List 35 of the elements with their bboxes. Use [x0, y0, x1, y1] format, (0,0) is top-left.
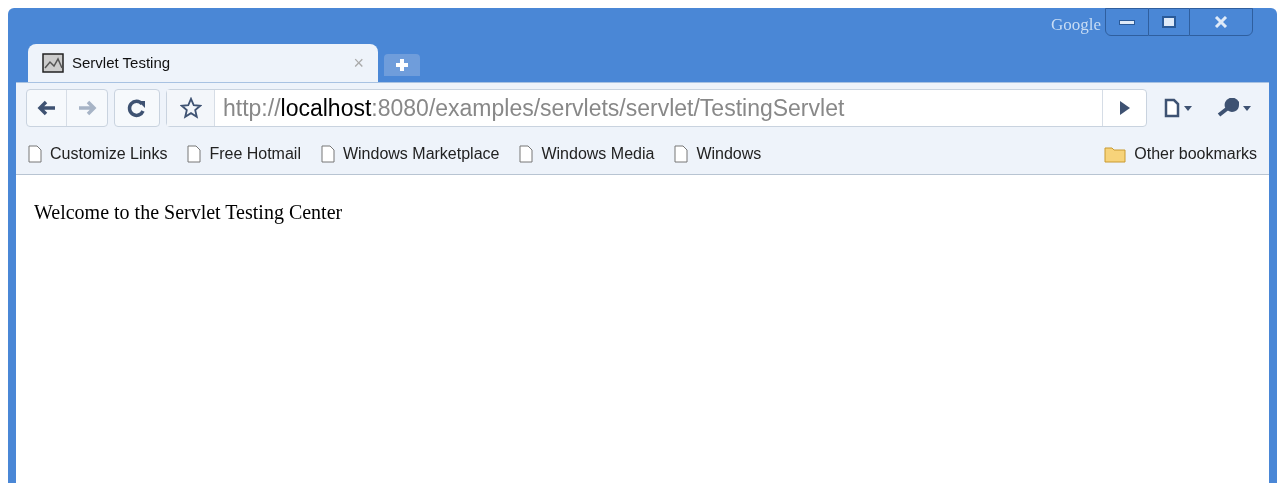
page-icon: [1164, 98, 1180, 118]
page-icon: [28, 144, 42, 163]
browser-tab[interactable]: Servlet Testing ×: [28, 44, 378, 82]
bookmark-link[interactable]: Customize Links: [28, 141, 168, 166]
bookmark-link[interactable]: Windows Marketplace: [320, 141, 500, 166]
favicon-icon: [42, 53, 64, 73]
reload-button[interactable]: [114, 89, 160, 127]
wrench-icon: [1217, 98, 1239, 118]
bookmark-link[interactable]: Free Hotmail: [187, 141, 301, 166]
welcome-text: Welcome to the Servlet Testing Center: [34, 200, 344, 226]
page-icon: [187, 144, 202, 163]
caret-icon: [1184, 105, 1192, 111]
other-bookmarks-link[interactable]: Other bookmarks: [1104, 141, 1257, 166]
bookmark-link[interactable]: Windows Media: [519, 141, 655, 166]
caret-icon: [1243, 105, 1251, 111]
new-tab-button[interactable]: [384, 54, 420, 76]
tab-title: Servlet Testing: [72, 52, 172, 73]
folder-icon: [1104, 144, 1127, 163]
bookmark-link[interactable]: Windows: [674, 141, 762, 166]
page-icon: [320, 144, 335, 163]
back-arrow-icon: [36, 100, 57, 116]
page-icon: [519, 144, 534, 163]
go-icon: [1118, 100, 1131, 116]
url-text: http://localhost:8080/examples/servlets/servlet/TestingServlet: [222, 93, 846, 123]
close-icon: [1214, 16, 1228, 28]
star-icon: [179, 97, 202, 119]
reload-icon: [127, 98, 147, 118]
forward-arrow-icon: [77, 100, 97, 116]
maximize-button[interactable]: [1149, 8, 1189, 36]
close-button[interactable]: [1189, 8, 1253, 36]
window-brand: Google: [1050, 14, 1101, 36]
plus-icon: [395, 58, 409, 72]
address-bar[interactable]: http://localhost:8080/examples/servlets/servlet/TestingServlet: [166, 89, 1147, 127]
minimize-button[interactable]: [1105, 8, 1149, 36]
page-icon: [674, 144, 689, 163]
